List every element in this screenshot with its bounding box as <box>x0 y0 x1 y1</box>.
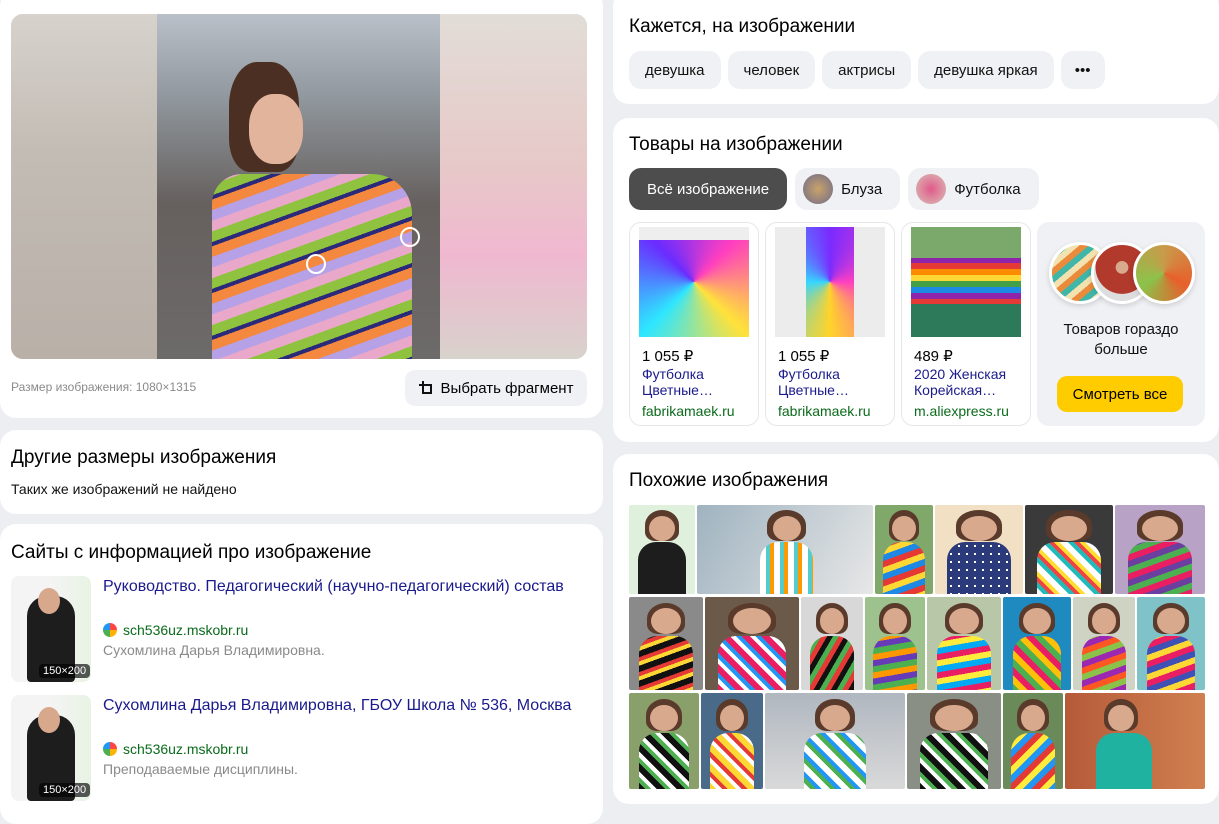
similar-image[interactable] <box>1065 693 1205 789</box>
site-item[interactable]: 150×200 Сухомлина Дарья Владимировна, ГБ… <box>11 695 581 805</box>
more-products-box[interactable]: Товаров гораздо больше Смотреть все <box>1037 222 1205 426</box>
site-domain[interactable]: sch536uz.mskobr.ru <box>103 622 248 638</box>
product-card[interactable]: 489 ₽ 2020 Женская Корейская… m.aliexpre… <box>901 222 1031 426</box>
similar-image[interactable] <box>935 505 1023 594</box>
image-preview-card: Размер изображения: 1080×1315 Выбрать фр… <box>0 0 603 418</box>
similar-image[interactable] <box>1003 597 1071 690</box>
similar-image[interactable] <box>865 597 925 690</box>
similar-image[interactable] <box>1025 505 1113 594</box>
crop-icon <box>418 381 433 395</box>
similar-image[interactable] <box>629 597 703 690</box>
object-marker-blouse[interactable] <box>306 254 326 274</box>
select-fragment-label: Выбрать фрагмент <box>440 379 574 397</box>
more-products-text: Товаров гораздо больше <box>1063 321 1179 358</box>
query-photo <box>157 14 440 359</box>
filter-whole-image[interactable]: Всё изображение <box>629 168 788 210</box>
product-image <box>911 227 1021 337</box>
site-title-link[interactable]: Руководство. Педагогический (научно-педа… <box>103 576 573 597</box>
select-fragment-button[interactable]: Выбрать фрагмент <box>405 370 587 406</box>
site-description: Сухомлина Дарья Владимировна. <box>103 642 325 658</box>
thumb-size-badge: 150×200 <box>39 664 91 678</box>
product-price: 489 ₽ <box>914 348 953 365</box>
more-products-thumbs <box>1049 240 1195 306</box>
site-domain-text: sch536uz.mskobr.ru <box>123 622 249 638</box>
product-filters: Всё изображение Блуза Футболка <box>629 168 1039 210</box>
other-sizes-message: Таких же изображений не найдено <box>11 481 237 497</box>
site-title-link[interactable]: Сухомлина Дарья Владимировна, ГБОУ Школа… <box>103 695 573 716</box>
similar-image[interactable] <box>765 693 905 789</box>
similar-image[interactable] <box>629 693 699 789</box>
similar-images-card: Похожие изображения <box>613 454 1219 804</box>
product-card[interactable]: 1 055 ₽ Футболка Цветные… fabrikamaek.ru <box>765 222 895 426</box>
product-image <box>639 227 749 337</box>
similar-image[interactable] <box>875 505 933 594</box>
blouse-thumb <box>803 174 834 204</box>
blurred-background-right <box>440 14 587 359</box>
tag-list: девушка человек актрисы девушка яркая ••… <box>629 51 1105 89</box>
product-price: 1 055 ₽ <box>778 348 830 365</box>
product-image <box>775 227 885 337</box>
product-price: 1 055 ₽ <box>642 348 694 365</box>
tag-chip[interactable]: девушка яркая <box>918 51 1054 89</box>
other-sizes-title: Другие размеры изображения <box>11 447 277 468</box>
tshirt-thumb <box>916 174 947 204</box>
site-thumbnail[interactable]: 150×200 <box>11 576 91 682</box>
filter-tshirt[interactable]: Футболка <box>908 168 1039 210</box>
tag-chip[interactable]: человек <box>727 51 816 89</box>
similar-image[interactable] <box>801 597 863 690</box>
site-description: Преподаваемые дисциплины. <box>103 761 298 777</box>
tag-chip[interactable]: девушка <box>629 51 721 89</box>
tags-title: Кажется, на изображении <box>629 16 856 37</box>
tag-chip[interactable]: актрисы <box>822 51 912 89</box>
similar-image[interactable] <box>1137 597 1205 690</box>
site-domain[interactable]: sch536uz.mskobr.ru <box>103 741 248 757</box>
tags-card: Кажется, на изображении девушка человек … <box>613 0 1219 104</box>
site-item[interactable]: 150×200 Руководство. Педагогический (нау… <box>11 576 581 686</box>
product-shop[interactable]: m.aliexpress.ru <box>914 403 1009 419</box>
similar-title: Похожие изображения <box>629 470 829 491</box>
product-title[interactable]: 2020 Женская Корейская… <box>914 366 1024 398</box>
product-title[interactable]: Футболка Цветные… <box>778 366 888 398</box>
products-card: Товары на изображении Всё изображение Бл… <box>613 118 1219 442</box>
sites-title: Сайты с информацией про изображение <box>11 542 372 563</box>
similar-image[interactable] <box>1003 693 1063 789</box>
image-size-text: Размер изображения: 1080×1315 <box>11 380 197 394</box>
object-marker-tshirt[interactable] <box>400 227 420 247</box>
product-list: 1 055 ₽ Футболка Цветные… fabrikamaek.ru… <box>629 222 1205 426</box>
product-title[interactable]: Футболка Цветные… <box>642 366 752 398</box>
site-domain-text: sch536uz.mskobr.ru <box>123 741 249 757</box>
favicon-icon <box>103 742 117 756</box>
similar-image[interactable] <box>1073 597 1135 690</box>
filter-blouse[interactable]: Блуза <box>795 168 901 210</box>
similar-image[interactable] <box>705 597 799 690</box>
more-tags-button[interactable]: ••• <box>1060 51 1105 89</box>
similar-image[interactable] <box>629 505 695 594</box>
site-thumbnail[interactable]: 150×200 <box>11 695 91 801</box>
similar-image[interactable] <box>697 505 873 594</box>
favicon-icon <box>103 623 117 637</box>
similar-image[interactable] <box>1115 505 1205 594</box>
similar-image[interactable] <box>907 693 1001 789</box>
similar-image[interactable] <box>701 693 763 789</box>
view-all-button[interactable]: Смотреть все <box>1057 376 1183 412</box>
product-shop[interactable]: fabrikamaek.ru <box>642 403 735 419</box>
thumb-size-badge: 150×200 <box>39 783 91 797</box>
product-shop[interactable]: fabrikamaek.ru <box>778 403 871 419</box>
image-preview[interactable] <box>11 14 587 359</box>
blurred-background-left <box>11 14 157 359</box>
product-card[interactable]: 1 055 ₽ Футболка Цветные… fabrikamaek.ru <box>629 222 759 426</box>
products-title: Товары на изображении <box>629 134 843 155</box>
similar-image[interactable] <box>927 597 1001 690</box>
sites-card: Сайты с информацией про изображение 150×… <box>0 524 603 824</box>
other-sizes-card: Другие размеры изображения Таких же изоб… <box>0 430 603 514</box>
